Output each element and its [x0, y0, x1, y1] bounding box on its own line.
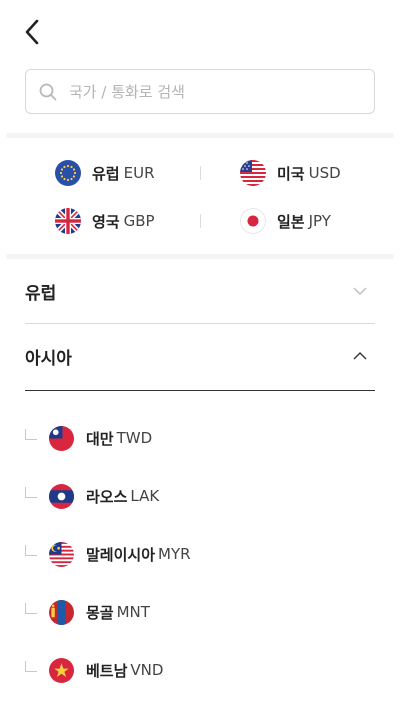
mn-flag-icon — [49, 599, 74, 625]
favorite-name: 영국 — [92, 212, 120, 231]
country-name: 대만 — [86, 429, 114, 448]
search-icon — [39, 83, 57, 100]
la-flag-icon — [49, 483, 74, 509]
my-flag-icon — [49, 541, 74, 567]
country-name: 몽골 — [86, 603, 114, 622]
search-input[interactable] — [69, 82, 359, 101]
favorite-gbp[interactable]: 영국 GBP — [55, 206, 155, 236]
country-code: VND — [130, 661, 164, 679]
region-divider — [25, 323, 375, 324]
country-item-vnd[interactable]: 베트남 VND — [25, 655, 163, 685]
tree-connector — [25, 660, 37, 672]
favorite-usd[interactable]: 미국 USD — [240, 158, 341, 188]
tree-connector — [25, 544, 37, 556]
region-asia[interactable]: 아시아 — [25, 341, 375, 371]
region-europe[interactable]: 유럽 — [25, 276, 375, 306]
section-divider — [6, 133, 394, 138]
favorite-jpy[interactable]: 일본 JPY — [240, 206, 331, 236]
favorite-code: GBP — [123, 212, 155, 230]
country-item-twd[interactable]: 대만 TWD — [25, 423, 152, 453]
region-label: 아시아 — [25, 348, 72, 369]
country-code: MYR — [158, 545, 191, 563]
chevron-left-icon — [25, 19, 39, 45]
tree-connector — [25, 486, 37, 498]
vn-flag-icon — [49, 657, 74, 683]
country-name: 라오스 — [86, 487, 128, 506]
jp-flag-icon — [240, 208, 266, 234]
vertical-separator — [200, 166, 201, 180]
favorite-name: 미국 — [277, 164, 305, 183]
uk-flag-icon — [55, 208, 81, 234]
us-flag-icon — [240, 160, 266, 186]
favorite-name: 유럽 — [92, 164, 120, 183]
vertical-separator — [200, 214, 201, 228]
search-box[interactable] — [25, 69, 375, 114]
tw-flag-icon — [49, 425, 74, 451]
region-divider — [25, 390, 375, 391]
section-divider — [6, 254, 394, 259]
country-item-myr[interactable]: 말레이시아 MYR — [25, 539, 191, 569]
favorite-code: EUR — [123, 164, 155, 182]
tree-connector — [25, 428, 37, 440]
region-label: 유럽 — [25, 283, 57, 304]
favorite-eur[interactable]: 유럽 EUR — [55, 158, 155, 188]
country-item-mnt[interactable]: 몽골 MNT — [25, 597, 150, 627]
country-code: MNT — [116, 603, 150, 621]
favorite-code: JPY — [308, 212, 331, 230]
country-item-lak[interactable]: 라오스 LAK — [25, 481, 159, 511]
chevron-down-icon[interactable] — [353, 286, 367, 296]
chevron-up-icon[interactable] — [353, 351, 367, 361]
eu-flag-icon — [55, 160, 81, 186]
back-button[interactable] — [18, 16, 46, 48]
favorite-name: 일본 — [277, 212, 305, 231]
country-code: LAK — [130, 487, 160, 505]
country-code: TWD — [116, 429, 153, 447]
tree-connector — [25, 602, 37, 614]
favorite-code: USD — [308, 164, 341, 182]
country-name: 말레이시아 — [86, 545, 156, 564]
country-name: 베트남 — [86, 661, 128, 680]
